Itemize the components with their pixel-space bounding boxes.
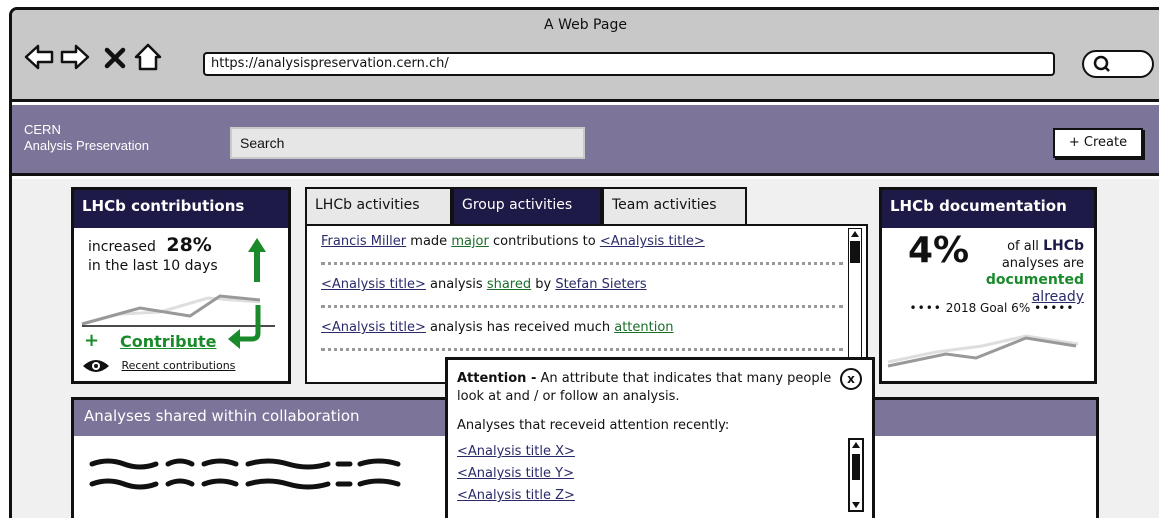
browser-search-button[interactable] [1082,50,1154,78]
up-arrow-icon [248,238,266,282]
analysis-link-y[interactable]: <Analysis title Y> [457,466,574,481]
doc-text: of all [1007,239,1039,254]
documentation-title: LHCb documentation [882,190,1094,228]
analysis-link-z[interactable]: <Analysis title Z> [457,488,575,503]
close-tooltip-button[interactable]: x [840,368,862,390]
browser-chrome: A Web Page https://analysispreservation.… [12,10,1159,102]
documentation-stat: of all LHCb analyses are documented alre… [974,238,1084,306]
tooltip-scrollbar[interactable] [848,438,864,512]
attention-tooltip: Attention - An attribute that indicates … [445,357,875,518]
activity-text: analysis has received much [425,320,615,335]
brand-line1: CERN [24,122,61,137]
tooltip-subtitle: Analyses that receveid attention recentl… [457,418,730,433]
brand[interactable]: CERN Analysis Preservation [24,122,149,154]
main-content: LHCb contributions increased 28% in the … [12,179,1159,518]
contributions-line2: in the last 10 days [88,258,218,274]
browser-window: A Web Page https://analysispreservation.… [9,7,1159,518]
feed-scrollbar[interactable] [848,228,862,378]
documentation-percent: 4% [908,230,970,271]
close-icon[interactable] [104,47,126,69]
recent-contributions-link[interactable]: Recent contributions [82,358,235,374]
activity-text: made [406,234,452,249]
divider [321,348,843,351]
recent-contributions-label: Recent contributions [121,359,236,372]
documentation-trend-chart [887,334,1079,368]
plus-icon: + [84,330,100,351]
contributions-stat: increased 28% in the last 10 days [88,236,218,276]
contribute-link[interactable]: Contribute [120,332,217,351]
user-link[interactable]: Stefan Sieters [555,277,646,292]
scroll-thumb[interactable] [849,229,861,265]
activity-text: by [531,277,556,292]
home-icon[interactable] [133,43,163,71]
activity-tag-link[interactable]: shared [487,277,531,292]
window-title: A Web Page [544,17,627,33]
doc-text: analyses are [1001,256,1084,271]
brand-line2: Analysis Preservation [24,138,149,153]
search-icon [1093,55,1110,72]
lhcb-label: LHCb [1043,238,1084,254]
tab-group-activities[interactable]: Group activities [452,187,602,225]
contributions-title: LHCb contributions [74,190,288,228]
activity-text: contributions to [488,234,600,249]
analysis-link[interactable]: <Analysis title> [321,320,426,335]
return-arrow-icon [228,305,261,349]
activity-tag-link[interactable]: major [451,234,489,249]
app-header: CERN Analysis Preservation Search + Crea… [12,105,1159,176]
goal-dots: •••• [909,301,942,315]
analysis-link[interactable]: <Analysis title> [321,277,426,292]
documentation-card: LHCb documentation 4% of all LHCb analys… [879,187,1097,384]
analysis-link[interactable]: <Analysis title> [600,234,705,249]
divider [321,305,843,308]
create-button[interactable]: + Create [1053,128,1143,158]
activity-item: Francis Miller made major contributions … [321,234,705,249]
scribble-placeholder [89,458,401,490]
forward-arrow-icon[interactable] [60,44,90,70]
goal-dots: ••••• [1034,301,1075,315]
tab-team-activities[interactable]: Team activities [602,187,747,225]
analysis-link-x[interactable]: <Analysis title X> [457,444,575,459]
goal-label: 2018 Goal 6% [945,301,1031,315]
eye-icon [83,360,109,372]
url-bar[interactable]: https://analysispreservation.cern.ch/ [203,52,1055,76]
contributions-percent: 28% [166,234,212,256]
contributions-card: LHCb contributions increased 28% in the … [71,187,291,384]
tooltip-scroll-thumb[interactable] [850,440,862,510]
back-arrow-icon[interactable] [24,44,54,70]
tab-lhcb-activities[interactable]: LHCb activities [305,187,452,225]
tooltip-definition: Attention - An attribute that indicates … [457,370,837,406]
attention-link[interactable]: attention [614,320,673,335]
tooltip-term: Attention - [457,371,537,386]
contributions-line1: increased [88,239,156,255]
documented-label: documented [985,272,1084,288]
user-link[interactable]: Francis Miller [321,234,406,249]
divider [321,262,843,265]
search-input[interactable]: Search [230,127,585,159]
activity-item: <Analysis title> analysis has received m… [321,320,674,335]
activity-text: analysis [425,277,487,292]
activity-item: <Analysis title> analysis shared by Stef… [321,277,647,292]
goal-line: •••• 2018 Goal 6% ••••• [892,301,1092,315]
